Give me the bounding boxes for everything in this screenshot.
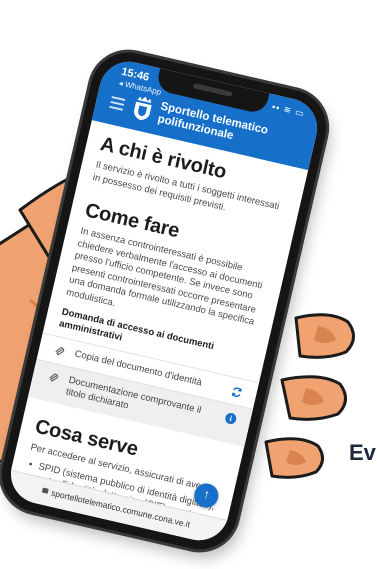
- info-icon[interactable]: i: [224, 411, 238, 426]
- lock-icon: [42, 487, 50, 494]
- paperclip-icon: [55, 347, 65, 356]
- refresh-icon[interactable]: [230, 386, 243, 399]
- speaker-grille: [192, 83, 233, 97]
- hamburger-menu-icon[interactable]: [108, 94, 126, 114]
- paperclip-icon: [49, 373, 59, 382]
- municipal-crest-icon: [134, 96, 152, 120]
- status-icons: ▪▪ ≋ ▭: [270, 101, 306, 119]
- partial-heading-text: Ev: [349, 440, 376, 465]
- illustration-stage: Ev 15:46 ◂ WhatsApp ▪▪ ≋ ▭ Sportello tel…: [0, 0, 377, 569]
